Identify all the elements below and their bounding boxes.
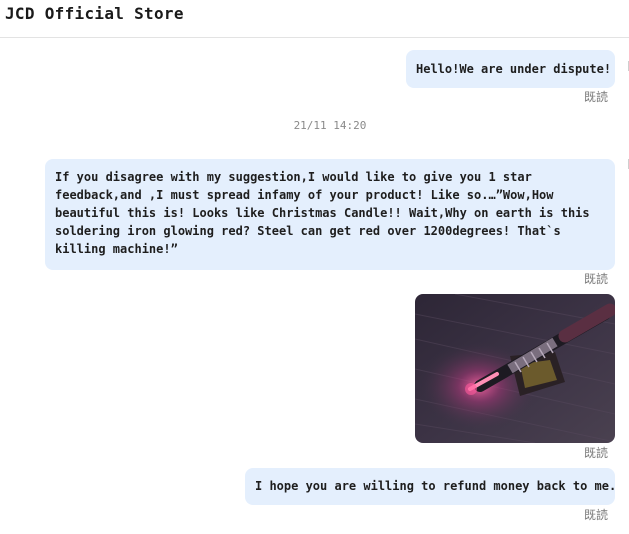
- message-bubble: I hope you are willing to refund money b…: [245, 468, 617, 505]
- store-name: JCD Official Store: [5, 4, 184, 23]
- scroll-indicator[interactable]: [625, 159, 629, 169]
- message-list[interactable]: Hello!We are under dispute! 既読 21/11 14:…: [0, 39, 629, 534]
- message-text: Hello!We are under dispute!: [416, 62, 612, 76]
- read-status: 既読: [583, 272, 608, 286]
- read-status: 既読: [583, 508, 608, 522]
- message-text: If you disagree with my suggestion,I wou…: [55, 170, 590, 256]
- date-timestamp: 21/11 14:20: [293, 119, 367, 132]
- read-status: 既読: [583, 90, 608, 104]
- chat-header: JCD Official Store: [0, 0, 629, 38]
- scroll-indicator[interactable]: [625, 61, 629, 71]
- message-bubble: Hello!We are under dispute!: [406, 50, 615, 88]
- message-bubble: If you disagree with my suggestion,I wou…: [45, 159, 615, 270]
- read-status: 既読: [583, 446, 608, 460]
- soldering-iron-photo[interactable]: [415, 294, 615, 443]
- message-text: I hope you are willing to refund money b…: [255, 479, 617, 493]
